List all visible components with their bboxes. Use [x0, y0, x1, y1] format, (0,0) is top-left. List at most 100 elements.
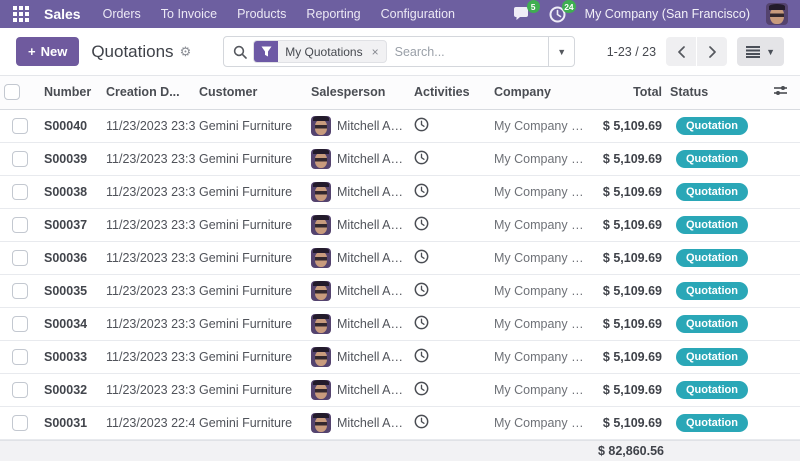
header-number[interactable]: Number — [40, 76, 102, 109]
user-avatar[interactable] — [766, 3, 788, 25]
activity-clock-icon[interactable] — [414, 414, 429, 429]
row-checkbox[interactable] — [12, 349, 28, 365]
row-checkbox[interactable] — [12, 217, 28, 233]
row-total: $ 5,109.69 — [590, 373, 666, 406]
new-button[interactable]: +New — [16, 37, 79, 66]
menu-orders[interactable]: Orders — [93, 0, 151, 28]
table-row[interactable]: S00037 11/23/2023 23:34:0 Gemini Furnitu… — [0, 208, 800, 241]
search-input[interactable] — [387, 45, 549, 59]
salesperson-avatar — [311, 248, 331, 268]
row-checkbox[interactable] — [12, 415, 28, 431]
header-customer[interactable]: Customer — [195, 76, 307, 109]
row-creation-date: 11/23/2023 23:34:0 — [102, 208, 195, 241]
activity-clock-icon[interactable] — [414, 117, 429, 132]
header-activities[interactable]: Activities — [410, 76, 490, 109]
row-number: S00040 — [40, 109, 102, 142]
plus-icon: + — [28, 44, 36, 59]
row-checkbox[interactable] — [12, 316, 28, 332]
search-dropdown-caret[interactable]: ▼ — [548, 37, 574, 66]
status-badge: Quotation — [676, 381, 748, 399]
row-customer: Gemini Furniture — [195, 241, 307, 274]
activity-clock-icon[interactable] — [414, 216, 429, 231]
status-badge: Quotation — [676, 282, 748, 300]
menu-reporting[interactable]: Reporting — [296, 0, 370, 28]
table-row[interactable]: S00031 11/23/2023 22:45:4 Gemini Furnitu… — [0, 406, 800, 439]
row-number: S00034 — [40, 307, 102, 340]
table-row[interactable]: S00034 11/23/2023 23:34:0 Gemini Furnitu… — [0, 307, 800, 340]
pager-next-button[interactable] — [697, 37, 727, 66]
header-status[interactable]: Status — [666, 76, 758, 109]
row-company: My Company (S... — [490, 274, 590, 307]
row-checkbox[interactable] — [12, 151, 28, 167]
messages-count-badge: 5 — [527, 0, 540, 13]
row-salesperson: Mitchell Ad... — [337, 152, 406, 166]
row-salesperson: Mitchell Ad... — [337, 185, 406, 199]
row-salesperson: Mitchell Ad... — [337, 317, 406, 331]
gear-icon[interactable]: ⚙ — [180, 44, 192, 60]
pager-previous-button[interactable] — [666, 37, 696, 66]
row-salesperson: Mitchell Ad... — [337, 383, 406, 397]
search-facet-my-quotations[interactable]: My Quotations × — [253, 40, 386, 63]
activity-clock-icon[interactable] — [414, 381, 429, 396]
activity-clock-icon[interactable] — [414, 315, 429, 330]
table-row[interactable]: S00036 11/23/2023 23:34:0 Gemini Furnitu… — [0, 241, 800, 274]
status-badge: Quotation — [676, 348, 748, 366]
row-salesperson: Mitchell Ad... — [337, 416, 406, 430]
salesperson-avatar — [311, 149, 331, 169]
row-creation-date: 11/23/2023 23:34:0 — [102, 274, 195, 307]
table-row[interactable]: S00039 11/23/2023 23:34:1 Gemini Furnitu… — [0, 142, 800, 175]
row-creation-date: 11/23/2023 23:34:0 — [102, 241, 195, 274]
activity-clock-icon[interactable] — [414, 348, 429, 363]
header-total[interactable]: Total — [590, 76, 666, 109]
list-view-icon — [746, 46, 760, 58]
systray: 5 24 My Company (San Francisco) — [513, 3, 792, 25]
activity-clock-icon[interactable] — [414, 282, 429, 297]
activity-clock-icon[interactable] — [414, 249, 429, 264]
table-row[interactable]: S00040 11/23/2023 23:34:1 Gemini Furnitu… — [0, 109, 800, 142]
footer-total: $ 82,860.56 — [598, 444, 664, 458]
activity-clock-icon[interactable] — [414, 150, 429, 165]
row-total: $ 5,109.69 — [590, 274, 666, 307]
status-badge: Quotation — [676, 117, 748, 135]
table-row[interactable]: S00032 11/23/2023 23:34:0 Gemini Furnitu… — [0, 373, 800, 406]
apps-menu-button[interactable] — [8, 3, 34, 25]
row-checkbox[interactable] — [12, 283, 28, 299]
table-row[interactable]: S00038 11/23/2023 23:34:1 Gemini Furnitu… — [0, 175, 800, 208]
row-number: S00038 — [40, 175, 102, 208]
activities-button[interactable]: 24 — [549, 5, 569, 23]
table-row[interactable]: S00035 11/23/2023 23:34:0 Gemini Furnitu… — [0, 274, 800, 307]
table-row[interactable]: S00033 11/23/2023 23:34:0 Gemini Furnitu… — [0, 340, 800, 373]
menu-to-invoice[interactable]: To Invoice — [151, 0, 227, 28]
view-switcher-button[interactable]: ▼ — [737, 37, 784, 66]
apps-grid-icon — [13, 6, 29, 22]
row-number: S00033 — [40, 340, 102, 373]
salesperson-avatar — [311, 116, 331, 136]
header-creation-date[interactable]: Creation D... — [102, 76, 195, 109]
list-footer: $ 82,860.56 — [0, 440, 800, 461]
search-icon — [233, 45, 247, 59]
select-all-checkbox[interactable] — [4, 84, 20, 100]
status-badge: Quotation — [676, 150, 748, 168]
optional-columns-icon[interactable] — [773, 84, 788, 97]
messages-button[interactable]: 5 — [513, 5, 533, 23]
salesperson-avatar — [311, 380, 331, 400]
row-checkbox[interactable] — [12, 382, 28, 398]
menu-products[interactable]: Products — [227, 0, 296, 28]
activity-clock-icon[interactable] — [414, 183, 429, 198]
app-name[interactable]: Sales — [40, 6, 93, 22]
row-checkbox[interactable] — [12, 250, 28, 266]
salesperson-avatar — [311, 281, 331, 301]
header-salesperson[interactable]: Salesperson — [307, 76, 410, 109]
menu-configuration[interactable]: Configuration — [371, 0, 465, 28]
row-company: My Company (S... — [490, 307, 590, 340]
chevron-left-icon — [677, 46, 686, 58]
row-customer: Gemini Furniture — [195, 340, 307, 373]
activities-count-badge: 24 — [562, 0, 575, 13]
company-switcher[interactable]: My Company (San Francisco) — [585, 7, 750, 21]
header-company[interactable]: Company — [490, 76, 590, 109]
row-checkbox[interactable] — [12, 118, 28, 134]
row-customer: Gemini Furniture — [195, 307, 307, 340]
facet-close-icon[interactable]: × — [370, 41, 386, 62]
row-checkbox[interactable] — [12, 184, 28, 200]
search-bar[interactable]: My Quotations × ▼ — [223, 36, 575, 67]
